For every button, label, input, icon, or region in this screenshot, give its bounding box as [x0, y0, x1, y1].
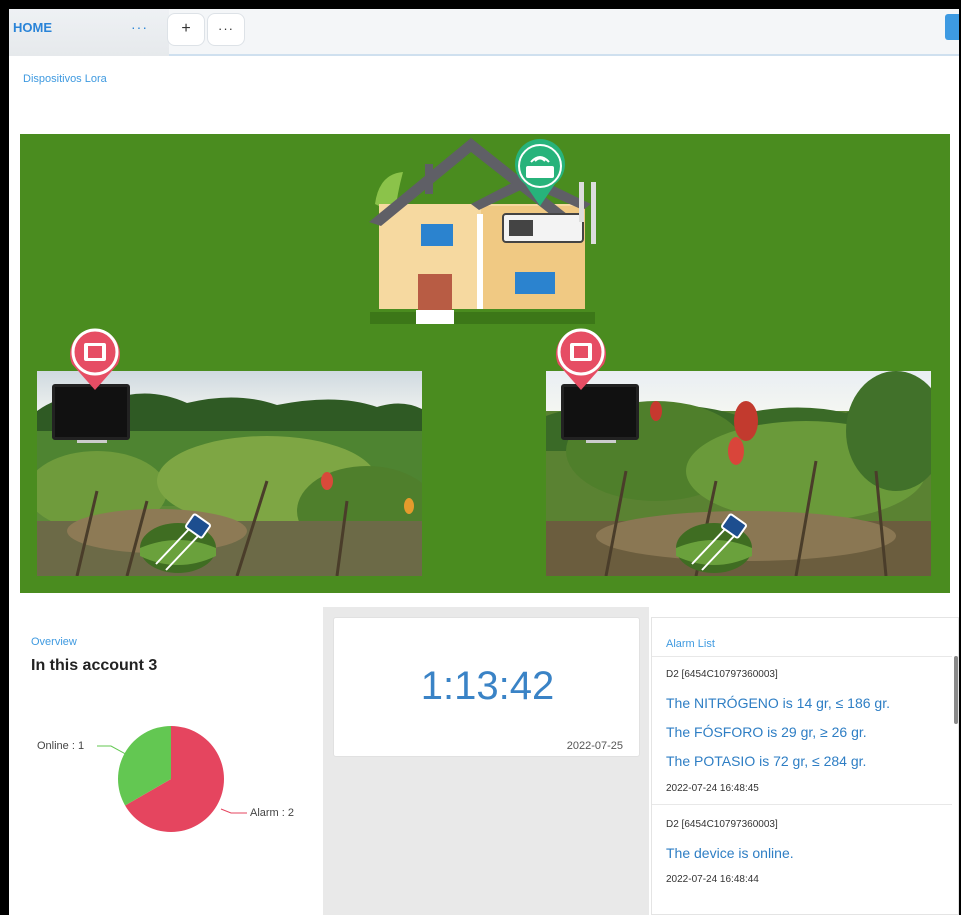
clock-widget: 1:13:42 2022-07-25 — [333, 617, 640, 757]
soil-sensor-icon[interactable] — [674, 512, 754, 576]
alarm-list-scrollbar[interactable] — [954, 656, 958, 724]
add-tab-button[interactable]: + — [167, 13, 205, 46]
clock-time: 1:13:42 — [420, 664, 555, 708]
house-window — [421, 224, 453, 246]
dashboard-frame: HOME ··· + ··· Dispositivos Lora Overvie… — [9, 9, 959, 915]
alarm-item[interactable]: D2 [6454C10797360003] The NITRÓGENO is 1… — [652, 656, 952, 806]
clock-date: 2022-07-25 — [566, 740, 623, 752]
house-chimney-left — [425, 164, 433, 194]
tab-home[interactable]: HOME ··· — [9, 9, 169, 56]
house-ground — [370, 312, 595, 324]
house-gateway-illustration[interactable] — [365, 134, 605, 329]
tab-menu-icon[interactable]: ··· — [131, 19, 148, 35]
lora-node-device-left[interactable] — [52, 384, 130, 443]
node-marker-icon[interactable] — [552, 326, 610, 392]
corner-button[interactable] — [945, 14, 959, 40]
pie-leader-alarm — [220, 808, 247, 814]
alarm-device-id: D2 [6454C10797360003] — [666, 819, 778, 830]
widget-title-lora: Dispositivos Lora — [23, 73, 107, 85]
tab-home-label: HOME — [13, 20, 52, 35]
alarm-device-id: D2 [6454C10797360003] — [666, 669, 778, 680]
pie-label-online: Online : 1 — [37, 740, 85, 752]
node-marker-icon[interactable] — [66, 326, 124, 392]
alarm-message: The FÓSFORO is 29 gr, ≥ 26 gr. — [666, 724, 867, 740]
overview-widget: Overview In this account 3 Online : 1 Al… — [11, 617, 323, 915]
pie-label-alarm: Alarm : 2 — [250, 807, 295, 819]
status-pie-chart[interactable] — [11, 617, 323, 915]
alarm-message: The POTASIO is 72 gr, ≤ 284 gr. — [666, 753, 867, 769]
alarm-item[interactable]: D2 [6454C10797360003] The device is onli… — [652, 804, 952, 894]
alarm-list-widget: Alarm List D2 [6454C10797360003] The NIT… — [651, 617, 959, 915]
alarm-message: The device is online. — [666, 845, 794, 861]
lora-node-device-right[interactable] — [561, 384, 639, 443]
alarm-timestamp: 2022-07-24 16:48:44 — [666, 874, 759, 885]
soil-sensor-icon[interactable] — [138, 512, 218, 576]
more-options-button[interactable]: ··· — [207, 13, 245, 46]
house-door — [418, 274, 452, 310]
lora-map-canvas — [20, 134, 950, 593]
widget-title-alarms: Alarm List — [666, 638, 715, 650]
top-bar: HOME ··· + ··· — [9, 9, 959, 56]
alarm-timestamp: 2022-07-24 16:48:45 — [666, 783, 759, 794]
alarm-message: The NITRÓGENO is 14 gr, ≤ 186 gr. — [666, 695, 890, 711]
house-window — [515, 272, 555, 294]
